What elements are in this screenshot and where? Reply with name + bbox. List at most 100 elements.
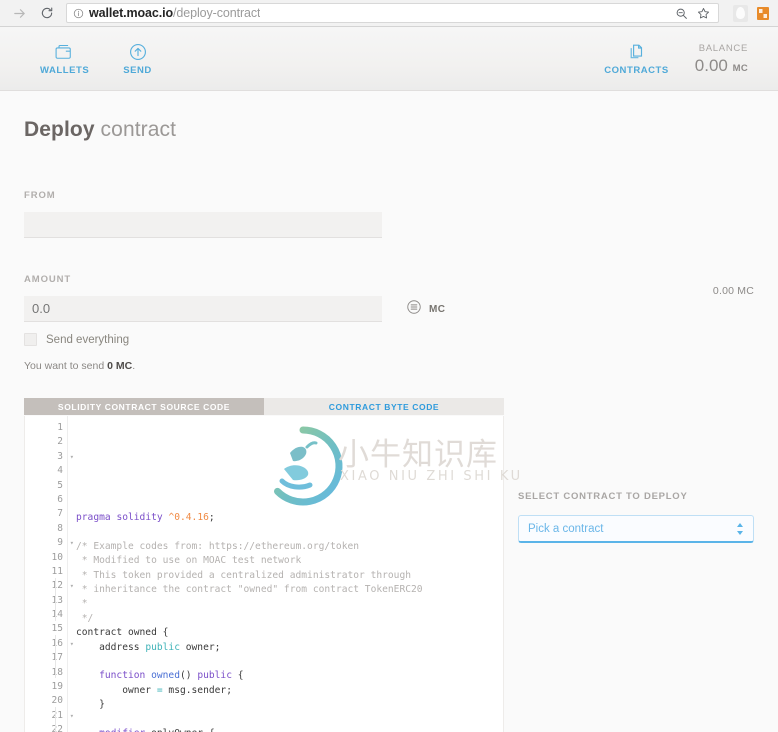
- nav-label-send: SEND: [123, 65, 152, 76]
- send-note-suffix: .: [132, 360, 136, 372]
- code-line: * inheritance the contract "owned" from …: [76, 583, 423, 595]
- amount-row: MC: [24, 296, 778, 322]
- line-number: 18: [51, 666, 63, 678]
- line-number-gutter: 1 2 3 ▾ 4 5 6 7 8 9 ▾ 10 11 12 ▾ 13 14 15 16 ▾ 17 18 19 20 21 ▾ 22…: [25, 416, 74, 732]
- line-number: 6: [57, 493, 63, 505]
- line-number: 13: [51, 594, 63, 606]
- line-number: 17: [51, 652, 63, 664]
- currency-label: MC: [429, 303, 446, 315]
- reload-button[interactable]: [36, 2, 58, 24]
- code-line: * This token provided a centralized admi…: [76, 569, 412, 581]
- app-navbar: WALLETS SEND 1 peers | 22,978: [0, 27, 778, 104]
- code-line: function owned() public {: [99, 670, 244, 682]
- line-number: 22: [51, 724, 63, 732]
- nav-right-group: CONTRACTS BALANCE 0.00 MC: [604, 41, 760, 76]
- chevron-updown-icon: [736, 522, 744, 536]
- currency-selector[interactable]: MC: [406, 299, 445, 320]
- from-label: FROM: [24, 190, 56, 201]
- editor-tabs: SOLIDITY CONTRACT SOURCE CODE CONTRACT B…: [24, 398, 504, 415]
- zoom-out-icon[interactable]: [675, 7, 688, 20]
- nav-item-wallets[interactable]: WALLETS: [40, 41, 89, 76]
- fold-toggle-icon[interactable]: ▾: [70, 579, 74, 593]
- send-everything-row[interactable]: Send everything: [24, 333, 778, 346]
- nav-label-contracts: CONTRACTS: [604, 65, 669, 76]
- send-everything-checkbox[interactable]: [24, 333, 37, 346]
- star-icon[interactable]: [697, 7, 710, 20]
- send-up-arrow-icon: [129, 41, 147, 61]
- line-number: 9 ▾: [25, 536, 74, 550]
- code-content[interactable]: pragma solidity ^0.4.16; /* Example code…: [55, 416, 503, 732]
- tab-solidity-source[interactable]: SOLIDITY CONTRACT SOURCE CODE: [24, 398, 264, 415]
- contracts-copy-icon: [628, 41, 646, 61]
- page-content: Deploy contract FROM AMOUNT MC 0.00 MC S…: [0, 91, 778, 732]
- amount-field-group: AMOUNT MC 0.00 MC Send everything You wa…: [0, 238, 778, 372]
- send-note-amount: 0 MC: [107, 360, 133, 372]
- tab-byte-code[interactable]: CONTRACT BYTE CODE: [264, 398, 504, 415]
- send-summary-note: You want to send 0 MC.: [24, 360, 778, 372]
- code-editor[interactable]: 1 2 3 ▾ 4 5 6 7 8 9 ▾ 10 11 12 ▾ 13 14 15 16 ▾ 17 18 19 20 21 ▾ 22…: [24, 416, 504, 732]
- amount-label: AMOUNT: [24, 274, 72, 285]
- extension-shield-icon[interactable]: [733, 4, 748, 22]
- url-text: wallet.moac.io/deploy-contract: [89, 7, 260, 20]
- fold-toggle-icon[interactable]: ▾: [70, 450, 74, 464]
- line-number: 20: [51, 695, 63, 707]
- available-balance: 0.00 MC: [712, 285, 754, 297]
- code-line: * Modified to use on MOAC test network: [76, 555, 302, 567]
- code-line: owner = msg.sender;: [76, 684, 232, 696]
- line-number: 5: [57, 479, 63, 491]
- url-host: wallet.moac.io: [89, 6, 174, 20]
- url-path: /deploy-contract: [173, 6, 261, 20]
- extension-orange-icon[interactable]: [756, 6, 770, 21]
- wallet-icon: [55, 41, 74, 61]
- line-number: 1: [57, 422, 63, 433]
- code-line: /* Example codes from: https://ethereum.…: [76, 540, 360, 552]
- contract-select-value: Pick a contract: [528, 522, 604, 535]
- balance-amount: 0.00 MC: [695, 57, 748, 74]
- balance-number: 0.00: [694, 56, 728, 75]
- nav-label-wallets: WALLETS: [40, 65, 90, 76]
- balance-display: BALANCE 0.00 MC: [695, 43, 748, 74]
- fold-toggle-icon[interactable]: ▾: [70, 709, 74, 723]
- fold-toggle-icon[interactable]: ▾: [70, 637, 74, 651]
- line-number: 14: [51, 609, 63, 621]
- line-number: 12 ▾: [25, 579, 74, 593]
- line-number: 19: [51, 681, 63, 693]
- line-number: 2: [57, 436, 63, 448]
- send-everything-label: Send everything: [46, 333, 130, 346]
- code-line: *: [76, 598, 88, 610]
- code-line: pragma solidity ^0.4.16;: [76, 512, 215, 523]
- line-number: 21 ▾: [25, 709, 74, 723]
- amount-input[interactable]: [24, 296, 382, 322]
- code-line: address public owner;: [76, 641, 221, 653]
- browser-toolbar: wallet.moac.io/deploy-contract: [0, 0, 778, 27]
- nav-left-group: WALLETS SEND: [18, 41, 152, 76]
- contract-select-dropdown[interactable]: Pick a contract: [518, 515, 754, 543]
- code-line: }: [76, 699, 105, 711]
- balance-label: BALANCE: [698, 43, 748, 54]
- nav-item-contracts[interactable]: CONTRACTS: [604, 41, 669, 76]
- page-title: Deploy contract: [0, 91, 778, 142]
- fold-toggle-icon[interactable]: ▾: [70, 536, 74, 550]
- balance-unit: MC: [732, 63, 748, 74]
- forward-button[interactable]: [8, 2, 30, 24]
- extensions-area: [725, 4, 770, 22]
- select-contract-label: SELECT CONTRACT TO DEPLOY: [518, 491, 688, 502]
- address-bar[interactable]: wallet.moac.io/deploy-contract: [66, 3, 719, 23]
- code-line: */: [76, 612, 94, 624]
- line-number: 10: [51, 551, 63, 563]
- code-line: modifier onlyOwner {: [76, 727, 503, 732]
- line-number: 7: [57, 508, 63, 520]
- line-number: 8: [57, 522, 63, 534]
- select-contract-panel: SELECT CONTRACT TO DEPLOY Pick a contrac…: [518, 491, 754, 543]
- line-number: 11: [51, 565, 63, 577]
- from-input[interactable]: [24, 212, 382, 238]
- from-field-group: FROM: [0, 142, 778, 238]
- info-circle-icon[interactable]: [73, 8, 84, 19]
- currency-selector-icon: [406, 299, 422, 320]
- nav-item-send[interactable]: SEND: [123, 41, 152, 76]
- page-title-light: contract: [94, 118, 177, 141]
- code-line: contract owned {: [76, 627, 169, 639]
